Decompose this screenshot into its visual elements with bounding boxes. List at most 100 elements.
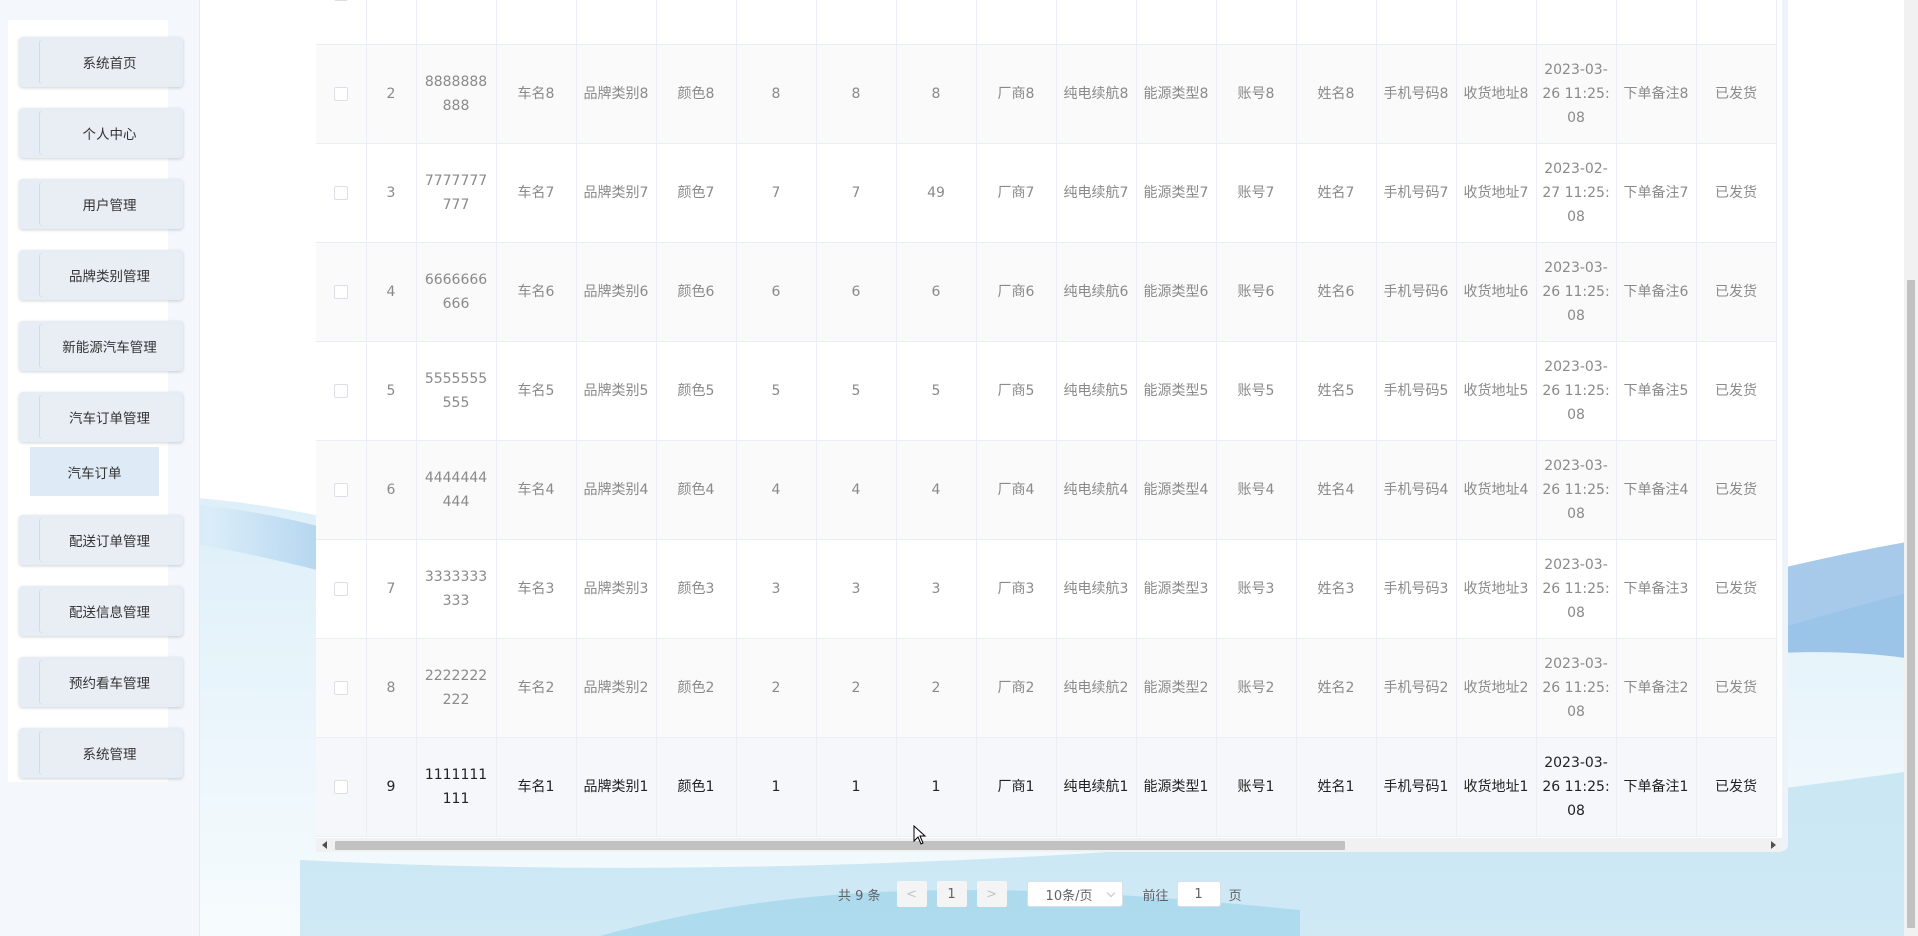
- sidebar-item-profile[interactable]: 个人中心: [19, 108, 183, 158]
- row-select-cell: [316, 242, 367, 342]
- table-cell: 姓名1: [1296, 737, 1377, 837]
- table-row[interactable]: 3 7777777777 车名7 品牌类别7 颜色7 7 7 49 厂商7 纯电续航7 能源类型7 账…: [316, 143, 1777, 243]
- table-cell: 9: [366, 737, 417, 837]
- table-cell: 下单备注5: [1616, 341, 1697, 441]
- row-checkbox[interactable]: [333, 86, 348, 101]
- table-cell: 账号8: [1216, 44, 1297, 144]
- table-row[interactable]: 5 5555555555 车名5 品牌类别5 颜色5 5 5 5 厂商5 纯电续航5 能源类型5 账号…: [316, 341, 1777, 441]
- table-cell: 车名5: [496, 341, 577, 441]
- table-cell: 能源类型8: [1136, 44, 1217, 144]
- table-cell: 颜色8: [656, 44, 737, 144]
- table-cell: 下单备注2: [1616, 638, 1697, 738]
- sidebar-item-system[interactable]: 系统管理: [19, 728, 183, 778]
- submenu-item-car-order[interactable]: 汽车订单: [30, 447, 159, 496]
- goto-page-input[interactable]: [1176, 881, 1221, 907]
- table-cell: [366, 0, 417, 45]
- table-cell: 收货地址8: [1456, 44, 1537, 144]
- row-checkbox[interactable]: [333, 383, 348, 398]
- table-cell: 车名1: [496, 737, 577, 837]
- scroll-left-arrow-icon[interactable]: [322, 841, 327, 849]
- table-cell: 4: [896, 440, 977, 540]
- table-cell: 已发货: [1696, 143, 1777, 243]
- table-cell: 2023-03-26 11:25:08: [1536, 539, 1617, 639]
- next-page-button[interactable]: >: [976, 881, 1007, 907]
- table-cell: 颜色4: [656, 440, 737, 540]
- table-row[interactable]: 2 8888888888 车名8 品牌类别8 颜色8 8 8 8 厂商8 纯电续航8 能源类型8 账号…: [316, 44, 1777, 144]
- table-cell: 6: [816, 242, 897, 342]
- table-cell: 下单备注3: [1616, 539, 1697, 639]
- table-cell: 能源类型1: [1136, 737, 1217, 837]
- table-cell: 纯电续航5: [1056, 341, 1137, 441]
- table-cell: 厂商1: [976, 737, 1057, 837]
- table-cell: 下单备注4: [1616, 440, 1697, 540]
- table-cell: 品牌类别8: [576, 44, 657, 144]
- table-cell: 8: [736, 44, 817, 144]
- page-number-button[interactable]: 1: [936, 881, 967, 907]
- table-row[interactable]: 9 1111111111 车名1 品牌类别1 颜色1 1 1 1 厂商1 纯电续航1 能源类型1 账号…: [316, 737, 1777, 837]
- table-cell: 账号5: [1216, 341, 1297, 441]
- prev-page-button[interactable]: <: [896, 881, 927, 907]
- table-row[interactable]: 8 2222222222 车名2 品牌类别2 颜色2 2 2 2 厂商2 纯电续航2 能源类型2 账号…: [316, 638, 1777, 738]
- table-row[interactable]: 4 6666666666 车名6 品牌类别6 颜色6 6 6 6 厂商6 纯电续航6 能源类型6 账号…: [316, 242, 1777, 342]
- sidebar-item-delivery-info[interactable]: 配送信息管理: [19, 586, 183, 636]
- row-checkbox[interactable]: [333, 0, 348, 1]
- row-checkbox[interactable]: [333, 680, 348, 695]
- table-cell: 品牌类别6: [576, 242, 657, 342]
- table-cell: 纯电续航4: [1056, 440, 1137, 540]
- horizontal-scrollbar[interactable]: [316, 838, 1782, 852]
- vertical-scroll-thumb[interactable]: [1907, 280, 1915, 928]
- sidebar-item-viewing-appointments[interactable]: 预约看车管理: [19, 657, 183, 707]
- row-checkbox[interactable]: [333, 185, 348, 200]
- table-cell: 3: [366, 143, 417, 243]
- table-cell: [816, 0, 897, 45]
- table-cell: 能源类型7: [1136, 143, 1217, 243]
- table-row[interactable]: 315392 2 2 1111 8:35方: [316, 0, 1777, 45]
- horizontal-scroll-thumb[interactable]: [335, 841, 1345, 850]
- row-select-cell: [316, 440, 367, 540]
- table-cell: [736, 0, 817, 45]
- row-checkbox[interactable]: [333, 284, 348, 299]
- table-row[interactable]: 7 3333333333 车名3 品牌类别3 颜色3 3 3 3 厂商3 纯电续航3 能源类型3 账号…: [316, 539, 1777, 639]
- table-cell: 收货地址5: [1456, 341, 1537, 441]
- orders-table: 3153922211118:35方28888888888车名8品牌类别8颜色88…: [316, 0, 1782, 838]
- table-cell: 纯电续航8: [1056, 44, 1137, 144]
- orders-grid: 3153922211118:35方28888888888车名8品牌类别8颜色88…: [316, 0, 1777, 837]
- table-cell: 颜色1: [656, 737, 737, 837]
- table-cell: 车名7: [496, 143, 577, 243]
- table-cell: 能源类型5: [1136, 341, 1217, 441]
- scroll-right-arrow-icon[interactable]: [1771, 841, 1776, 849]
- row-checkbox[interactable]: [333, 581, 348, 596]
- table-cell: 姓名3: [1296, 539, 1377, 639]
- table-cell: 收货地址4: [1456, 440, 1537, 540]
- sidebar-item-users[interactable]: 用户管理: [19, 179, 183, 229]
- sidebar-item-label: 品牌类别管理: [39, 253, 180, 297]
- table-cell: 姓名8: [1296, 44, 1377, 144]
- table-cell: 颜色2: [656, 638, 737, 738]
- sidebar-item-delivery-orders[interactable]: 配送订单管理: [19, 515, 183, 565]
- table-cell: 姓名7: [1296, 143, 1377, 243]
- table-cell: 8: [366, 638, 417, 738]
- row-select-cell: [316, 539, 367, 639]
- table-cell: 2: [896, 638, 977, 738]
- sidebar-item-brand-category[interactable]: 品牌类别管理: [19, 250, 183, 300]
- row-checkbox[interactable]: [333, 482, 348, 497]
- row-checkbox[interactable]: [333, 779, 348, 794]
- table-cell: 下单备注8: [1616, 44, 1697, 144]
- table-cell: 账号3: [1216, 539, 1297, 639]
- table-cell: [1136, 0, 1217, 45]
- table-cell: 纯电续航2: [1056, 638, 1137, 738]
- row-select-cell: [316, 638, 367, 738]
- orders-table-container: 3153922211118:35方28888888888车名8品牌类别8颜色88…: [316, 0, 1788, 852]
- table-cell: 车名6: [496, 242, 577, 342]
- table-row[interactable]: 6 4444444444 车名4 品牌类别4 颜色4 4 4 4 厂商4 纯电续航4 能源类型4 账号…: [316, 440, 1777, 540]
- table-cell: 纯电续航6: [1056, 242, 1137, 342]
- sidebar-item-new-energy-cars[interactable]: 新能源汽车管理: [19, 321, 183, 371]
- vertical-scrollbar[interactable]: [1904, 0, 1918, 936]
- table-cell: [1216, 0, 1297, 45]
- table-cell: 账号4: [1216, 440, 1297, 540]
- table-cell: 3: [896, 539, 977, 639]
- sidebar-item-car-orders[interactable]: 汽车订单管理: [19, 392, 183, 442]
- page-size-select[interactable]: 10条/页: [1026, 881, 1123, 907]
- table-cell: 6: [736, 242, 817, 342]
- sidebar-item-home[interactable]: 系统首页: [19, 37, 183, 87]
